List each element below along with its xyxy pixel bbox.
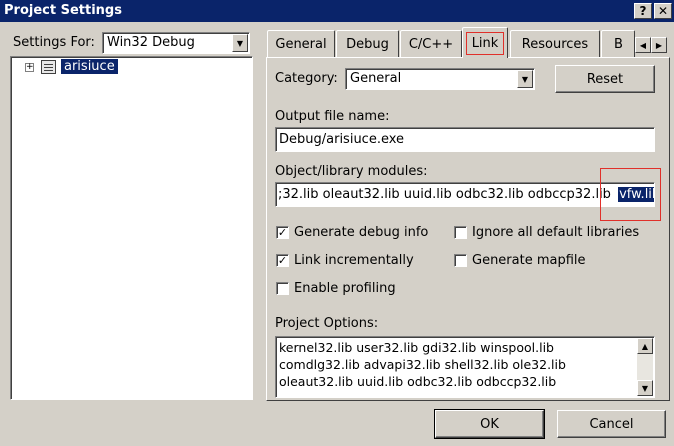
category-value: General xyxy=(350,71,402,86)
ok-button[interactable]: OK xyxy=(434,409,545,439)
link-incremental-checkbox[interactable]: ✓ xyxy=(276,254,289,267)
category-label: Category: xyxy=(275,71,338,86)
project-options-label: Project Options: xyxy=(275,316,379,331)
tab-general[interactable]: General xyxy=(267,30,335,57)
chevron-down-icon[interactable]: ▼ xyxy=(517,70,533,88)
options-scrollbar[interactable]: ▲ ▼ xyxy=(637,338,653,396)
check-icon: ✓ xyxy=(277,226,288,239)
output-file-input[interactable]: Debug/arisiuce.exe xyxy=(275,127,655,152)
link-incremental-label[interactable]: Link incrementally xyxy=(294,253,414,268)
ignore-libraries-checkbox[interactable] xyxy=(454,226,467,239)
link-tab-panel: Category: General ▼ Reset Output file na… xyxy=(266,57,670,401)
tab-debug[interactable]: Debug xyxy=(336,30,399,57)
object-library-value: ;32.lib oleaut32.lib uuid.lib odbc32.lib… xyxy=(278,187,611,202)
project-icon xyxy=(41,60,56,74)
arrow-down-icon: ▼ xyxy=(641,383,649,393)
output-file-value: Debug/arisiuce.exe xyxy=(279,132,405,147)
tab-link-label: Link xyxy=(465,31,505,55)
check-icon: ✓ xyxy=(277,254,288,267)
tab-resources[interactable]: Resources xyxy=(510,30,600,57)
chevron-down-icon[interactable]: ▼ xyxy=(232,34,248,52)
chevron-left-icon: ◀ xyxy=(639,40,647,50)
scroll-down-button[interactable]: ▼ xyxy=(637,380,653,396)
tab-scroll-right-button[interactable]: ▶ xyxy=(651,37,667,53)
highlight-box xyxy=(600,168,661,221)
close-button[interactable]: ✕ xyxy=(654,3,672,19)
debug-info-checkbox[interactable]: ✓ xyxy=(276,226,289,239)
help-icon: ? xyxy=(639,4,647,18)
reset-button[interactable]: Reset xyxy=(555,65,655,93)
mapfile-label[interactable]: Generate mapfile xyxy=(472,253,586,268)
project-options-line: oleaut32.lib uuid.lib odbc32.lib odbccp3… xyxy=(279,374,557,389)
title-bar[interactable]: Project Settings ? ✕ xyxy=(0,0,674,22)
project-options-line: kernel32.lib user32.lib gdi32.lib winspo… xyxy=(279,340,554,355)
profiling-label[interactable]: Enable profiling xyxy=(294,281,396,296)
project-options-text[interactable]: kernel32.lib user32.lib gdi32.lib winspo… xyxy=(275,336,655,398)
profiling-checkbox[interactable] xyxy=(276,282,289,295)
tab-cpp[interactable]: C/C++ xyxy=(400,30,462,57)
project-options-line: comdlg32.lib advapi32.lib shell32.lib ol… xyxy=(279,357,566,372)
tab-browse[interactable]: B xyxy=(601,30,635,57)
ignore-libraries-label[interactable]: Ignore all default libraries xyxy=(472,225,639,240)
tab-scroll-left-button[interactable]: ◀ xyxy=(635,37,651,53)
category-combo[interactable]: General ▼ xyxy=(345,68,535,90)
help-button[interactable]: ? xyxy=(634,3,652,19)
chevron-right-icon: ▶ xyxy=(655,40,663,50)
tree-expander-icon[interactable]: + xyxy=(25,63,34,72)
tab-link[interactable]: Link xyxy=(462,27,508,58)
window-title: Project Settings xyxy=(4,3,122,18)
arrow-up-icon: ▲ xyxy=(641,341,649,351)
close-icon: ✕ xyxy=(657,4,669,18)
project-tree[interactable]: + arisiuce xyxy=(10,56,253,400)
cancel-button[interactable]: Cancel xyxy=(557,410,666,438)
settings-for-label: Settings For: xyxy=(13,35,95,50)
output-file-label: Output file name: xyxy=(275,109,390,124)
object-library-input[interactable]: ;32.lib oleaut32.lib uuid.lib odbc32.lib… xyxy=(275,182,655,207)
debug-info-label[interactable]: Generate debug info xyxy=(294,225,428,240)
object-library-label: Object/library modules: xyxy=(275,164,428,179)
settings-for-value: Win32 Debug xyxy=(107,35,195,50)
scroll-up-button[interactable]: ▲ xyxy=(637,338,653,354)
mapfile-checkbox[interactable] xyxy=(454,254,467,267)
tree-item-arisiuce[interactable]: arisiuce xyxy=(61,59,118,74)
settings-for-combo[interactable]: Win32 Debug ▼ xyxy=(102,32,250,54)
